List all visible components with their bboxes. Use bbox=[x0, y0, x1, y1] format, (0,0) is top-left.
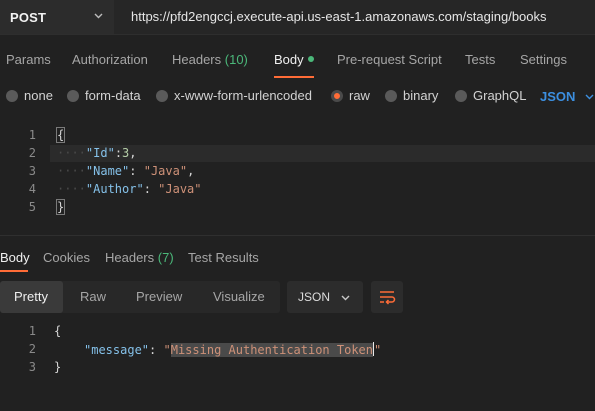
view-preview-button[interactable]: Preview bbox=[136, 289, 182, 304]
json-key: "Name" bbox=[85, 164, 130, 178]
radio-dot-icon bbox=[385, 89, 397, 102]
line-number: 2 bbox=[28, 146, 36, 160]
line-number: 3 bbox=[28, 164, 36, 178]
body-type-radios: none form-data x-www-form-urlencoded raw… bbox=[0, 86, 595, 108]
view-visualize-button[interactable]: Visualize bbox=[213, 289, 265, 304]
line-number: 1 bbox=[28, 128, 36, 142]
radio-dot-icon bbox=[6, 89, 18, 102]
response-tab-test-results[interactable]: Test Results bbox=[188, 250, 259, 265]
radio-dot-icon bbox=[455, 89, 467, 102]
line-number: 2 bbox=[28, 342, 36, 356]
request-bar: POST https://pfd2engccj.execute-api.us-e… bbox=[0, 0, 595, 35]
response-tab-headers[interactable]: Headers (7) bbox=[105, 250, 174, 265]
response-format-label: JSON bbox=[298, 290, 331, 304]
radio-selected-icon bbox=[331, 89, 343, 102]
url-input[interactable]: https://pfd2engccj.execute-api.us-east-1… bbox=[131, 9, 547, 24]
response-body-viewer[interactable]: 1 2 3 { "message": "Missing Authenticati… bbox=[0, 323, 595, 393]
tab-tests[interactable]: Tests bbox=[465, 52, 495, 67]
view-raw-button[interactable]: Raw bbox=[80, 289, 106, 304]
radio-raw[interactable]: raw bbox=[331, 88, 370, 103]
code-line: "message": "Missing Authentication Token… bbox=[84, 342, 382, 357]
line-number: 3 bbox=[28, 360, 36, 374]
wrap-lines-icon bbox=[380, 291, 396, 305]
tab-body-label: Body bbox=[274, 52, 304, 67]
method-label: POST bbox=[10, 9, 47, 25]
chevron-down-icon bbox=[94, 13, 103, 19]
code-line: } bbox=[55, 199, 66, 215]
json-key: "Id" bbox=[85, 146, 115, 160]
json-value: 3 bbox=[122, 146, 130, 160]
wrap-lines-button[interactable] bbox=[371, 281, 403, 313]
line-number: 4 bbox=[28, 182, 36, 196]
json-key: "Author" bbox=[85, 182, 144, 196]
json-key: "message" bbox=[84, 343, 150, 357]
line-number: 1 bbox=[28, 324, 36, 338]
json-quote: " bbox=[374, 343, 382, 357]
active-tab-indicator bbox=[0, 270, 28, 272]
radio-urlencoded[interactable]: x-www-form-urlencoded bbox=[156, 88, 312, 103]
code-line: { bbox=[55, 127, 66, 143]
radio-graphql-label: GraphQL bbox=[473, 88, 527, 103]
tab-pre-request-script[interactable]: Pre-request Script bbox=[337, 52, 442, 67]
tab-headers[interactable]: Headers (10) bbox=[172, 52, 248, 67]
pane-divider[interactable] bbox=[0, 235, 595, 236]
method-select[interactable]: POST bbox=[0, 0, 114, 34]
view-pretty-label[interactable]: Pretty bbox=[14, 289, 48, 304]
chevron-down-icon bbox=[341, 295, 350, 301]
code-line: ····"Name": "Java", bbox=[57, 164, 195, 178]
request-body-editor[interactable]: 1 2 3 4 5 { ····"Id":3, ····"Name": "Jav… bbox=[0, 124, 595, 224]
json-quote: " bbox=[163, 343, 171, 357]
tab-authorization[interactable]: Authorization bbox=[72, 52, 148, 67]
tab-settings[interactable]: Settings bbox=[520, 52, 567, 67]
response-tab-headers-count: (7) bbox=[157, 250, 174, 265]
indent-guide: ···· bbox=[57, 182, 86, 196]
tab-params[interactable]: Params bbox=[6, 52, 51, 67]
request-tabs: Params Authorization Headers (10) Body P… bbox=[0, 44, 595, 78]
radio-none-label: none bbox=[24, 88, 53, 103]
radio-binary-label: binary bbox=[403, 88, 439, 103]
response-tab-cookies[interactable]: Cookies bbox=[43, 250, 90, 265]
indent-guide: ···· bbox=[57, 146, 86, 160]
response-tab-body[interactable]: Body bbox=[0, 250, 30, 265]
code-line: ····"Id":3, bbox=[57, 146, 137, 160]
tab-body[interactable]: Body bbox=[274, 52, 314, 67]
indent-guide: ···· bbox=[57, 164, 86, 178]
radio-urlencoded-label: x-www-form-urlencoded bbox=[174, 88, 312, 103]
radio-raw-label: raw bbox=[349, 88, 370, 103]
radio-binary[interactable]: binary bbox=[385, 88, 438, 103]
code-line: ····"Author": "Java" bbox=[57, 182, 202, 196]
selected-text: Missing Authentication Token bbox=[170, 343, 374, 357]
json-value: "Java" bbox=[158, 182, 202, 196]
modified-dot-icon bbox=[307, 56, 314, 62]
language-select[interactable]: JSON bbox=[540, 89, 575, 104]
code-line: } bbox=[54, 360, 62, 374]
radio-dot-icon bbox=[156, 89, 168, 102]
tab-headers-label: Headers bbox=[172, 52, 222, 67]
tab-headers-count: (10) bbox=[224, 52, 248, 67]
line-number: 5 bbox=[28, 200, 36, 214]
radio-none[interactable]: none bbox=[6, 88, 53, 103]
radio-form-data[interactable]: form-data bbox=[67, 88, 141, 103]
radio-graphql[interactable]: GraphQL bbox=[455, 88, 526, 103]
radio-dot-icon bbox=[67, 89, 79, 102]
active-tab-indicator bbox=[274, 76, 314, 78]
chevron-down-icon[interactable] bbox=[584, 91, 595, 102]
radio-form-data-label: form-data bbox=[85, 88, 141, 103]
response-tab-headers-label: Headers bbox=[105, 250, 155, 265]
json-value: "Java" bbox=[143, 164, 188, 178]
code-line: { bbox=[54, 324, 62, 338]
